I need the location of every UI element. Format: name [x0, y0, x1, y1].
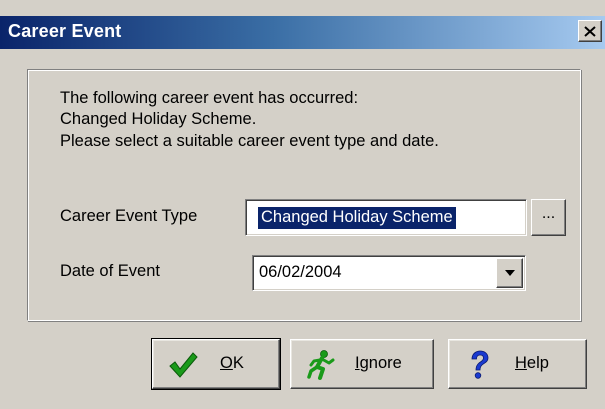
- message-line-3: Please select a suitable career event ty…: [60, 132, 439, 150]
- ok-button[interactable]: OK: [151, 338, 281, 390]
- date-dropdown-button[interactable]: [496, 258, 523, 288]
- career-event-dialog: Career Event The following career event …: [0, 0, 605, 409]
- running-man-icon: [307, 350, 335, 380]
- question-mark-icon: [471, 350, 489, 379]
- window-title: Career Event: [8, 21, 122, 41]
- ignore-button[interactable]: Ignore: [290, 339, 434, 389]
- career-event-type-value: Changed Holiday Scheme: [257, 206, 457, 230]
- ok-mnemonic: O: [220, 354, 233, 372]
- ok-label: OK: [220, 354, 244, 373]
- message-line-2: Changed Holiday Scheme.: [60, 110, 257, 128]
- help-label-rest: elp: [526, 354, 549, 372]
- browse-event-type-button[interactable]: ...: [531, 199, 566, 236]
- help-label: Help: [515, 354, 549, 373]
- checkmark-icon: [169, 352, 198, 378]
- career-event-type-field[interactable]: Changed Holiday Scheme: [245, 199, 527, 236]
- ignore-label: Ignore: [355, 354, 402, 373]
- title-bar[interactable]: Career Event: [0, 16, 605, 49]
- date-of-event-value: 06/02/2004: [259, 263, 342, 281]
- career-event-type-label: Career Event Type: [60, 207, 198, 225]
- help-mnemonic: H: [515, 354, 527, 372]
- ok-label-rest: K: [232, 354, 244, 372]
- date-of-event-dropdown[interactable]: 06/02/2004: [252, 255, 526, 291]
- help-button[interactable]: Help: [448, 339, 587, 389]
- chevron-down-icon: [504, 270, 515, 276]
- close-icon: [584, 25, 596, 37]
- ignore-label-rest: gnore: [359, 354, 402, 372]
- date-of-event-label: Date of Event: [60, 262, 160, 280]
- message-line-1: The following career event has occurred:: [60, 89, 359, 107]
- close-button[interactable]: [578, 20, 602, 42]
